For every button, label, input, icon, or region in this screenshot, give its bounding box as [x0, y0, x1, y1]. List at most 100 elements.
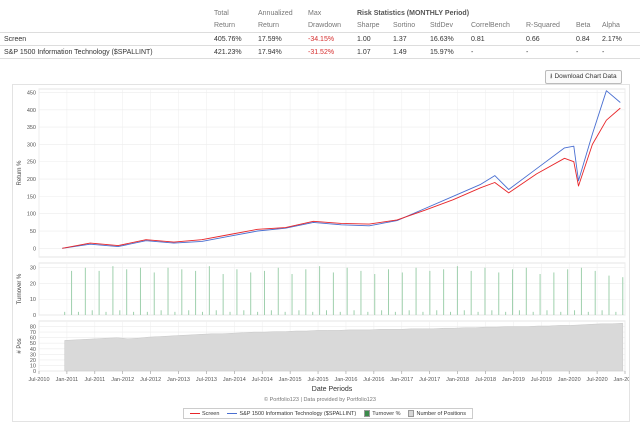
- turnover-bar: [401, 272, 403, 315]
- cell-sortino: 1.49: [393, 49, 407, 56]
- x-tick-label: Jan-2016: [334, 377, 357, 383]
- y-tick-label: 250: [27, 160, 36, 166]
- x-tick-label: Jan-2011: [56, 377, 79, 383]
- cell-stddev: 15.97%: [430, 49, 454, 56]
- turnover-bar: [291, 274, 293, 315]
- col-header-total-l2: Return: [214, 22, 236, 29]
- x-tick-label: Jan-2012: [111, 377, 134, 383]
- turnover-bar: [195, 270, 197, 315]
- y-tick-label: 30: [30, 352, 36, 358]
- positions-chart: 01020304050607080 # Pos: [17, 320, 626, 375]
- plot-area: [38, 88, 626, 258]
- y-tick-label: 50: [30, 341, 36, 347]
- legend-swatch-benchmark: [227, 413, 238, 414]
- x-tick-label: Jul-2015: [307, 377, 328, 383]
- col-header-drawdown-l2: Drawdown: [308, 22, 342, 29]
- turnover-bar: [525, 267, 527, 315]
- turnover-bar: [77, 311, 79, 315]
- turnover-bar: [484, 267, 486, 315]
- turnover-bar: [580, 267, 582, 315]
- turnover-bar: [277, 267, 279, 315]
- turnover-bar: [498, 272, 500, 315]
- turnover-bar: [146, 311, 148, 315]
- cell-sharpe: 1.00: [357, 36, 371, 43]
- y-axis-label: # Pos: [17, 338, 23, 353]
- turnover-bar: [250, 272, 252, 315]
- row-divider: [0, 45, 640, 46]
- download-chart-data-button[interactable]: ⭳ Download Chart Data: [545, 70, 622, 84]
- legend-item-benchmark[interactable]: S&P 1500 Information Technology ($SPALLI…: [227, 411, 356, 417]
- row-divider: [0, 32, 640, 33]
- x-tick-label: Jul-2011: [84, 377, 105, 383]
- turnover-bar: [312, 311, 314, 315]
- legend-item-positions[interactable]: Number of Positions: [408, 410, 466, 417]
- x-tick-label: Jan-2021: [614, 377, 629, 383]
- x-tick-label: Jan-2018: [446, 377, 469, 383]
- turnover-bar: [236, 269, 238, 315]
- turnover-bar: [553, 272, 555, 315]
- y-tick-label: 300: [27, 142, 36, 148]
- turnover-bar: [71, 270, 73, 315]
- x-tick-label: Jan-2014: [223, 377, 246, 383]
- legend-item-screen[interactable]: Screen: [190, 411, 219, 417]
- y-tick-label: 200: [27, 177, 36, 183]
- turnover-bar: [436, 310, 438, 315]
- turnover-bar: [208, 266, 210, 315]
- turnover-bar: [98, 270, 100, 315]
- turnover-bar: [153, 272, 155, 315]
- y-tick-label: 80: [30, 325, 36, 331]
- turnover-bar: [332, 272, 334, 315]
- turnover-bar: [325, 310, 327, 315]
- legend-swatch-positions: [408, 410, 415, 417]
- col-header-rsquared: R-Squared: [526, 22, 560, 29]
- turnover-bar: [353, 310, 355, 315]
- y-tick-label: 20: [30, 281, 36, 287]
- cell-rsquared: -: [526, 49, 529, 56]
- legend-swatch-screen: [190, 413, 200, 414]
- y-tick-label: 60: [30, 336, 36, 342]
- col-header-drawdown-l1: Max: [308, 10, 322, 17]
- x-tick-label: Jan-2020: [558, 377, 581, 383]
- cell-total-return: 421.23%: [214, 49, 242, 56]
- turnover-bar: [567, 269, 569, 315]
- col-header-stddev: StdDev: [430, 22, 453, 29]
- turnover-bar: [263, 270, 265, 315]
- turnover-bar: [422, 311, 424, 315]
- y-tick-label: 10: [30, 297, 36, 303]
- y-tick-label: 350: [27, 125, 36, 131]
- turnover-bar: [112, 266, 114, 315]
- x-tick-label: Jul-2013: [196, 377, 217, 383]
- col-header-annualized-l2: Return: [258, 22, 280, 29]
- cell-sharpe: 1.07: [357, 49, 371, 56]
- y-axis-label: Turnover %: [17, 273, 23, 304]
- legend-label-positions: Number of Positions: [416, 410, 466, 417]
- turnover-bar: [298, 310, 300, 315]
- col-header-annualized-l1: Annualized: [258, 10, 293, 17]
- turnover-bar: [139, 267, 141, 315]
- turnover-bar: [188, 310, 190, 315]
- col-header-sharpe: Sharpe: [357, 22, 380, 29]
- turnover-bar: [539, 274, 541, 315]
- turnover-bar: [174, 311, 176, 315]
- col-header-total-l1: Total: [214, 10, 229, 17]
- cell-correlbench: 0.81: [471, 36, 485, 43]
- turnover-bar: [126, 269, 128, 315]
- turnover-bar: [574, 310, 576, 315]
- turnover-bar: [270, 310, 272, 315]
- turnover-bar: [305, 269, 307, 315]
- y-tick-label: 100: [27, 212, 36, 218]
- turnover-bar: [374, 274, 376, 315]
- turnover-bar: [229, 311, 231, 315]
- turnover-bar: [346, 267, 348, 315]
- y-tick-label: 0: [33, 246, 36, 252]
- turnover-bar: [388, 269, 390, 315]
- row-divider: [0, 58, 640, 59]
- x-tick-label: Jan-2017: [390, 377, 413, 383]
- legend-item-turnover[interactable]: Turnover %: [364, 410, 400, 417]
- x-tick-label: Jul-2017: [419, 377, 440, 383]
- turnover-bar: [415, 267, 417, 315]
- download-button-label: Download Chart Data: [554, 73, 617, 80]
- legend-swatch-turnover: [364, 410, 371, 417]
- y-axis-label: Return %: [17, 160, 23, 186]
- turnover-bar: [160, 310, 162, 315]
